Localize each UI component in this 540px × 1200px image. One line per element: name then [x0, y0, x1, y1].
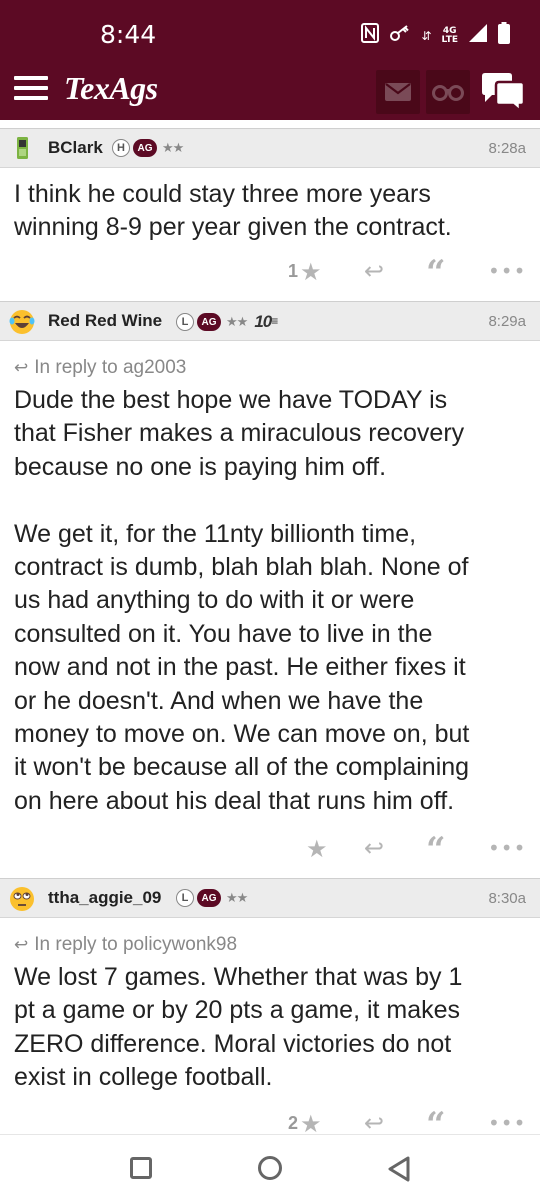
network-type: 4G LTE — [441, 26, 458, 45]
badge-letter: L — [176, 889, 194, 907]
badge-letter: H — [112, 139, 130, 157]
user-badges: L AG ★★ — [176, 889, 248, 907]
reply-arrow-icon: ↩ — [14, 358, 29, 377]
rolling-eyes-emoji-icon — [10, 887, 34, 911]
post-time: 8:29a — [488, 313, 526, 330]
more-button[interactable]: ••• — [488, 833, 526, 863]
mail-icon — [385, 83, 411, 101]
post-actions: ★ ↩ “ ••• — [0, 833, 540, 867]
chat-bubbles-icon — [482, 73, 526, 114]
badge-ag: AG — [133, 139, 157, 157]
home-button[interactable] — [258, 1156, 282, 1180]
post-body: We lost 7 games. Whether that was by 1 p… — [14, 963, 463, 1092]
reply-to-label: In reply to policywonk98 — [34, 934, 238, 955]
username[interactable]: Red Red Wine — [48, 311, 162, 331]
reply-arrow-icon: ↩ — [14, 935, 29, 954]
status-icons: ⇵ 4G LTE — [361, 22, 510, 49]
back-button[interactable] — [386, 1155, 412, 1183]
nfc-icon — [361, 23, 380, 48]
ten-badge: 10≡ — [254, 312, 278, 331]
badge-ag: AG — [197, 889, 221, 907]
user-badges: H AG ★★ — [112, 139, 184, 157]
watch-button[interactable] — [426, 70, 470, 114]
username[interactable]: BClark — [48, 138, 103, 158]
recents-button[interactable] — [130, 1157, 152, 1179]
reply-button[interactable]: ↩ — [364, 833, 384, 863]
reply-button[interactable]: ↩ — [364, 256, 384, 286]
quote-button[interactable]: “ — [426, 833, 446, 867]
phone-icon — [17, 137, 28, 159]
ten-badge-label: 10 — [254, 312, 272, 331]
site-logo[interactable]: TexAgs — [64, 70, 158, 107]
post-time: 8:28a — [488, 140, 526, 157]
status-time: 8:44 — [100, 20, 157, 49]
signal-icon — [468, 23, 488, 48]
reply-to-link[interactable]: ↩ In reply to ag2003 — [14, 357, 186, 379]
post-body: Dude the best hope we have TODAY is that… — [14, 386, 470, 815]
username[interactable]: ttha_aggie_09 — [48, 888, 161, 908]
menu-icon[interactable] — [14, 76, 48, 106]
messages-button[interactable] — [376, 70, 420, 114]
badge-ag: AG — [197, 313, 221, 331]
post-header: Red Red Wine L AG ★★ 10≡ 8:29a — [0, 301, 540, 341]
reply-to-link[interactable]: ↩ In reply to policywonk98 — [14, 934, 237, 956]
data-arrows-icon: ⇵ — [421, 28, 432, 43]
rank-stars: ★★ — [226, 890, 248, 905]
star-button[interactable]: ★ — [304, 833, 328, 864]
chat-button[interactable] — [480, 72, 526, 114]
post-header: ttha_aggie_09 L AG ★★ 8:30a — [0, 878, 540, 918]
reply-to-label: In reply to ag2003 — [34, 357, 187, 378]
star-count: 1 — [288, 261, 299, 281]
post-actions: 1★ ↩ “ ••• — [0, 256, 540, 290]
quote-button[interactable]: “ — [426, 256, 446, 290]
system-nav-bar — [0, 1134, 540, 1200]
battery-icon — [498, 22, 510, 49]
post-header: BClark H AG ★★ 8:28a — [0, 128, 540, 168]
rank-stars: ★★ — [226, 314, 248, 329]
laughing-emoji-icon — [9, 310, 35, 334]
rank-stars: ★★ — [162, 140, 184, 155]
key-icon — [389, 23, 411, 48]
more-button[interactable]: ••• — [488, 256, 526, 286]
post-body: I think he could stay three more years w… — [14, 180, 452, 242]
binoculars-icon — [432, 85, 464, 101]
user-badges: L AG ★★ 10≡ — [176, 312, 278, 332]
app-header: TexAgs — [0, 62, 540, 120]
star-count: 2 — [288, 1113, 299, 1133]
star-button[interactable]: 1★ — [288, 256, 322, 287]
status-bar: 8:44 ⇵ 4G LTE — [0, 0, 540, 62]
network-sub-label: LTE — [441, 34, 458, 45]
post-time: 8:30a — [488, 890, 526, 907]
badge-letter: L — [176, 313, 194, 331]
